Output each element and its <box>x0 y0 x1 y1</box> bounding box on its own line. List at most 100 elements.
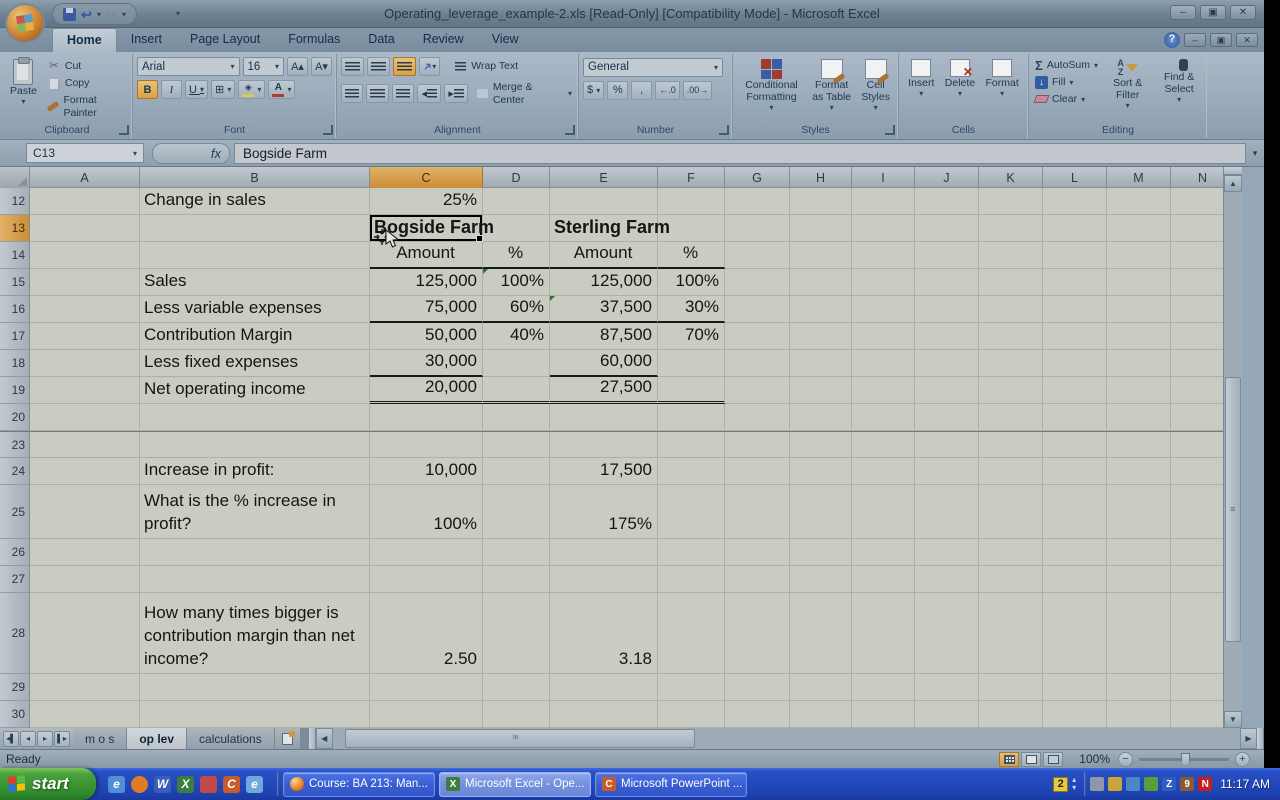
cell-D20[interactable] <box>483 404 550 431</box>
cell-D15[interactable]: 100% <box>483 269 550 296</box>
cell-C15[interactable]: 125,000 <box>370 269 483 296</box>
cell-C28[interactable]: 2.50 <box>370 593 483 674</box>
cell-C20[interactable] <box>370 404 483 431</box>
tray-icon-4[interactable] <box>1144 777 1158 791</box>
cell-M25[interactable] <box>1107 485 1171 539</box>
workbook-minimize-button[interactable]: – <box>1184 33 1206 47</box>
cell-A17[interactable] <box>30 323 140 350</box>
column-header-F[interactable]: F <box>658 167 725 188</box>
row-header-24[interactable]: 24 <box>0 458 30 485</box>
cell-K13[interactable] <box>979 215 1043 242</box>
cell-F20[interactable] <box>658 404 725 431</box>
cell-L14[interactable] <box>1043 242 1107 269</box>
cell-F28[interactable] <box>658 593 725 674</box>
bold-button[interactable]: B <box>137 80 158 99</box>
bottom-align-button[interactable] <box>393 57 416 76</box>
workbook-close-button[interactable]: ✕ <box>1236 33 1258 47</box>
cell-J12[interactable] <box>915 188 979 215</box>
page-layout-view-button[interactable] <box>1021 752 1041 767</box>
cell-M13[interactable] <box>1107 215 1171 242</box>
cell-M26[interactable] <box>1107 539 1171 566</box>
cell-M28[interactable] <box>1107 593 1171 674</box>
cell-I19[interactable] <box>852 377 915 404</box>
cell-I27[interactable] <box>852 566 915 593</box>
prev-sheet-icon[interactable]: ◂ <box>20 731 36 747</box>
tab-home[interactable]: Home <box>52 28 117 52</box>
cell-F19[interactable] <box>658 377 725 404</box>
tab-formulas[interactable]: Formulas <box>274 28 354 52</box>
merge-center-button[interactable]: Merge & Center▾ <box>473 80 574 107</box>
cell-M24[interactable] <box>1107 458 1171 485</box>
cell-H18[interactable] <box>790 350 852 377</box>
cell-I20[interactable] <box>852 404 915 431</box>
cell-C26[interactable] <box>370 539 483 566</box>
cell-A15[interactable] <box>30 269 140 296</box>
cell-L17[interactable] <box>1043 323 1107 350</box>
tray-icon-3[interactable] <box>1126 777 1140 791</box>
cell-H19[interactable] <box>790 377 852 404</box>
cell-I29[interactable] <box>852 674 915 701</box>
cell-J14[interactable] <box>915 242 979 269</box>
cell-K28[interactable] <box>979 593 1043 674</box>
column-header-H[interactable]: H <box>790 167 852 188</box>
cell-B18[interactable]: Less fixed expenses <box>140 350 370 377</box>
comma-style-button[interactable]: , <box>631 81 652 100</box>
row-header-12[interactable]: 12 <box>0 188 30 215</box>
first-sheet-icon[interactable]: ◂▌ <box>3 731 19 747</box>
wrap-text-button[interactable]: Wrap Text <box>451 59 520 74</box>
formula-input[interactable]: Bogside Farm <box>234 143 1246 164</box>
italic-button[interactable]: I <box>161 80 182 99</box>
cell-E16[interactable]: 37,500 <box>550 296 658 323</box>
tray-icon-1[interactable] <box>1090 777 1104 791</box>
cell-L18[interactable] <box>1043 350 1107 377</box>
cell-K14[interactable] <box>979 242 1043 269</box>
row-header-19[interactable]: 19 <box>0 377 30 404</box>
cell-A27[interactable] <box>30 566 140 593</box>
format-painter-button[interactable]: Format Painter <box>45 93 128 120</box>
cell-J28[interactable] <box>915 593 979 674</box>
increase-indent-button[interactable]: ▸ <box>444 84 468 103</box>
select-all-corner[interactable] <box>0 167 30 188</box>
cell-E27[interactable] <box>550 566 658 593</box>
cell-A18[interactable] <box>30 350 140 377</box>
cell-K12[interactable] <box>979 188 1043 215</box>
vertical-scroll-thumb[interactable] <box>1225 377 1241 642</box>
cell-H14[interactable] <box>790 242 852 269</box>
scroll-down-icon[interactable]: ▼ <box>1224 711 1242 728</box>
cell-C14[interactable]: Amount <box>370 242 483 269</box>
cell-F15[interactable]: 100% <box>658 269 725 296</box>
fill-color-button[interactable]: ◈ ▾ <box>238 80 265 99</box>
cell-E13[interactable]: Sterling Farm <box>550 215 658 242</box>
align-left-button[interactable] <box>341 84 363 103</box>
cell-D23[interactable] <box>483 432 550 458</box>
page-break-view-button[interactable] <box>1043 752 1063 767</box>
cell-C18[interactable]: 30,000 <box>370 350 483 377</box>
cell-H15[interactable] <box>790 269 852 296</box>
cell-G18[interactable] <box>725 350 790 377</box>
cell-E17[interactable]: 87,500 <box>550 323 658 350</box>
cell-H17[interactable] <box>790 323 852 350</box>
cell-J23[interactable] <box>915 432 979 458</box>
cell-A12[interactable] <box>30 188 140 215</box>
cell-C16[interactable]: 75,000 <box>370 296 483 323</box>
autosum-button[interactable]: ΣAutoSum▾ <box>1033 58 1100 73</box>
cell-E15[interactable]: 125,000 <box>550 269 658 296</box>
row-header-17[interactable]: 17 <box>0 323 30 350</box>
cell-K15[interactable] <box>979 269 1043 296</box>
cell-M23[interactable] <box>1107 432 1171 458</box>
cell-H16[interactable] <box>790 296 852 323</box>
cell-M14[interactable] <box>1107 242 1171 269</box>
cell-J20[interactable] <box>915 404 979 431</box>
cell-F27[interactable] <box>658 566 725 593</box>
expand-formula-bar-icon[interactable]: ▾ <box>1246 148 1264 159</box>
cell-L27[interactable] <box>1043 566 1107 593</box>
tab-split-handle[interactable] <box>309 728 316 749</box>
font-color-button[interactable]: A ▾ <box>268 80 295 99</box>
row-header-28[interactable]: 28 <box>0 593 30 674</box>
powerpoint-icon[interactable]: C <box>223 776 240 793</box>
cell-L26[interactable] <box>1043 539 1107 566</box>
styles-dialog-launcher[interactable] <box>885 125 895 135</box>
cell-I17[interactable] <box>852 323 915 350</box>
cell-D30[interactable] <box>483 701 550 728</box>
cell-M19[interactable] <box>1107 377 1171 404</box>
